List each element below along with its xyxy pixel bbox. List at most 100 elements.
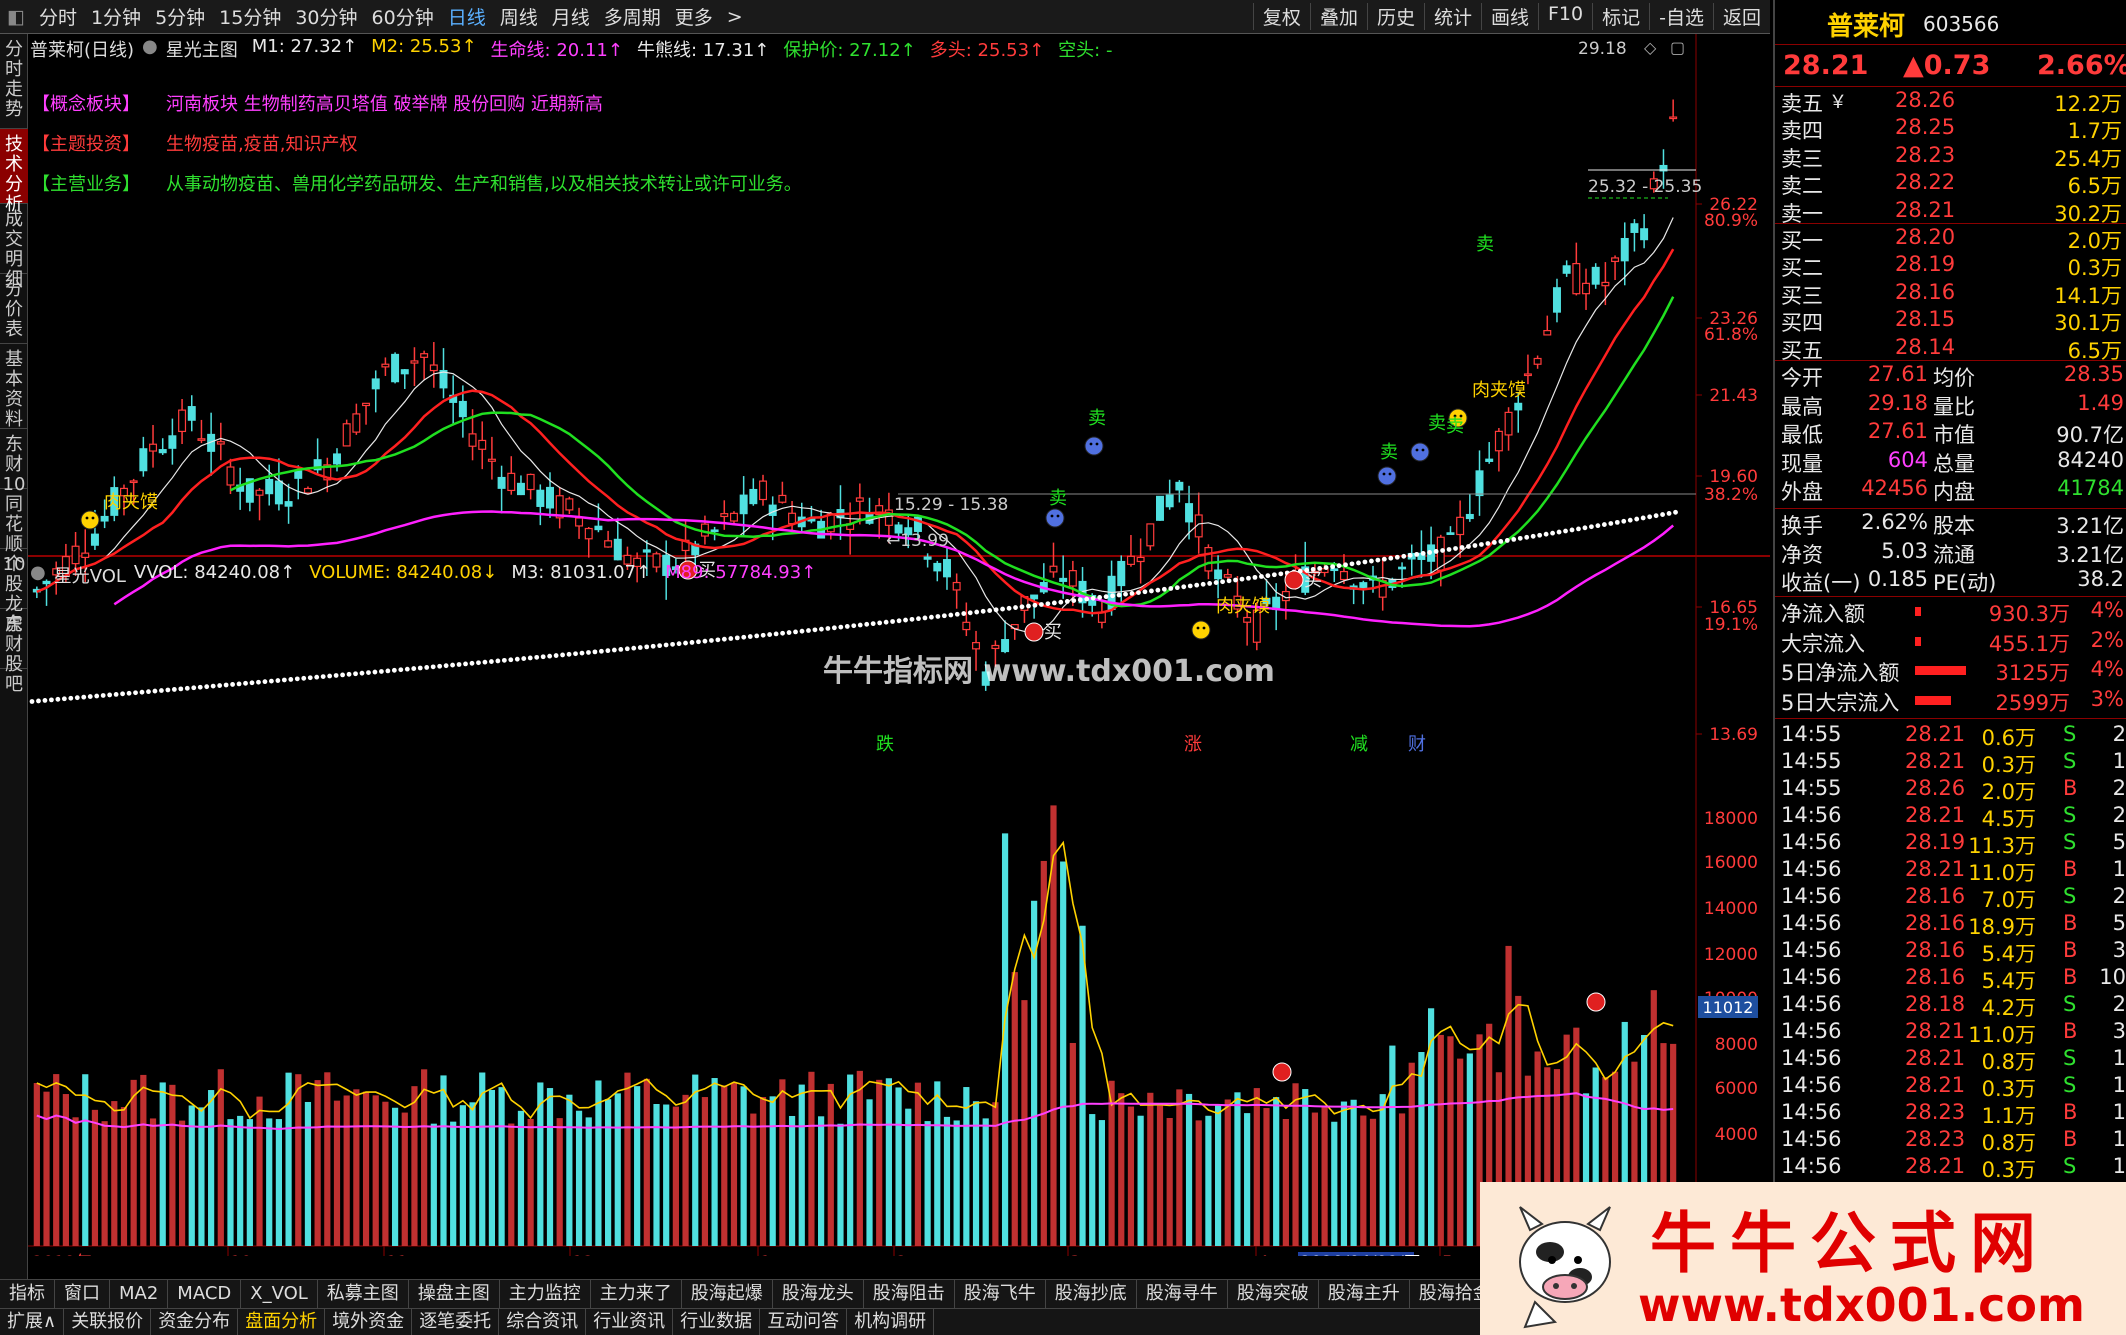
corner-watermark: 牛牛公式网 www.tdx001.com xyxy=(1480,1182,2126,1335)
book-row[interactable]: 卖五 ￥ 28.26 12.2万 xyxy=(1775,88,2126,116)
book-row[interactable]: 买一 28.20 2.0万 xyxy=(1775,225,2126,253)
bull-bear-dot xyxy=(961,611,967,616)
volume-bar xyxy=(1292,1083,1299,1246)
period-tab[interactable]: 1分钟 xyxy=(84,3,148,30)
bull-bear-dot xyxy=(1563,528,1568,534)
stat-label: 内盘 xyxy=(1933,480,1975,504)
toolbar-button[interactable]: 统计 xyxy=(1423,3,1481,30)
panel-tab[interactable]: 行业资讯 xyxy=(586,1309,674,1335)
indicator-tab[interactable]: 指标 xyxy=(0,1280,55,1308)
candle-body xyxy=(381,363,390,368)
toolbar-button[interactable]: 叠加 xyxy=(1309,3,1367,30)
stat-row: 今开 27.61 均价 28.35 xyxy=(1775,362,2126,390)
volume-signal-ball-icon xyxy=(1586,992,1606,1012)
volume-bar xyxy=(1379,1094,1386,1246)
book-row[interactable]: 卖三 28.23 25.4万 xyxy=(1775,143,2126,171)
left-tab[interactable]: 同花顺10 xyxy=(0,489,28,575)
toolbar-button[interactable]: 历史 xyxy=(1366,3,1424,30)
period-tab[interactable]: 5分钟 xyxy=(148,3,212,30)
panel-tab[interactable]: 行业数据 xyxy=(673,1309,761,1335)
book-row[interactable]: 买三 28.16 14.1万 xyxy=(1775,280,2126,308)
book-row[interactable]: 卖一 28.21 30.2万 xyxy=(1775,198,2126,226)
kline-chart-svg[interactable]: 26.2223.2621.4319.6016.6513.6980.9%61.8%… xyxy=(28,34,1770,1256)
indicator-tab[interactable]: 主力来了 xyxy=(591,1280,682,1308)
indicator-tab[interactable]: 主力监控 xyxy=(500,1280,591,1308)
left-tab[interactable]: 基本资料 xyxy=(0,344,28,430)
indicator-tab[interactable]: 股海寻牛 xyxy=(1137,1280,1228,1308)
period-tab[interactable]: 60分钟 xyxy=(365,3,441,30)
indicator-tab[interactable]: 窗口 xyxy=(55,1280,110,1308)
tick-row: 14:56 28.21 11.0万 B 1 xyxy=(1775,857,2126,885)
more-arrow-icon[interactable]: > xyxy=(720,6,750,28)
left-tab[interactable]: 东财10 xyxy=(0,429,28,495)
book-row[interactable]: 买二 28.19 0.3万 xyxy=(1775,252,2126,280)
chart-area[interactable]: 26.22 23.26 21.43 19.60 16.65 13.69 80.9% 61.8%… xyxy=(28,34,1770,1256)
toolbar-button[interactable]: -自选 xyxy=(1649,3,1713,30)
stat-label: 总量 xyxy=(1933,451,1975,476)
toolbar-button[interactable]: 返回 xyxy=(1712,3,1770,30)
tick-price: 28.21 xyxy=(1905,1154,1966,1178)
toolbar-button[interactable]: 画线 xyxy=(1480,3,1538,30)
left-tab[interactable]: 成交明细 xyxy=(0,204,28,290)
toolbar-button[interactable]: 复权 xyxy=(1252,3,1310,30)
vol-indicator-name[interactable]: 星光VOL xyxy=(54,562,126,588)
period-tab[interactable]: 15分钟 xyxy=(212,3,288,30)
period-tab[interactable]: 多周期 xyxy=(597,3,668,30)
book-row[interactable]: 卖二 28.22 6.5万 xyxy=(1775,170,2126,198)
indicator-tab[interactable]: X_VOL xyxy=(241,1280,318,1308)
toolbar-expand-icon[interactable]: ◧ xyxy=(0,6,32,28)
indicator-tab[interactable]: MACD xyxy=(168,1280,242,1308)
bull-bear-dot xyxy=(993,607,999,613)
tick-side: S xyxy=(2063,1073,2077,1097)
period-tab[interactable]: 周线 xyxy=(493,3,545,30)
indicator-tab[interactable]: 股海主升 xyxy=(1319,1280,1410,1308)
panel-tab[interactable]: 综合资讯 xyxy=(499,1309,587,1335)
panel-tab[interactable]: 扩展∧ xyxy=(0,1309,65,1335)
panel-tab[interactable]: 盘面分析 xyxy=(238,1309,326,1335)
book-row[interactable]: 买四 28.15 30.1万 xyxy=(1775,307,2126,335)
period-tab[interactable]: 分时 xyxy=(32,3,84,30)
panel-tab[interactable]: 境外资金 xyxy=(325,1309,413,1335)
indicator-tab[interactable]: MA2 xyxy=(110,1280,169,1308)
volume-bar xyxy=(1011,972,1018,1246)
stat-label: 股本 xyxy=(1933,514,1975,538)
indicator-tab[interactable]: 股海龙头 xyxy=(773,1280,864,1308)
book-row[interactable]: 卖四 28.25 1.7万 xyxy=(1775,115,2126,143)
indicator-tab[interactable]: 操盘主图 xyxy=(409,1280,500,1308)
indicator-tab[interactable]: 私募主图 xyxy=(318,1280,409,1308)
indicator-tab[interactable]: 股海起爆 xyxy=(682,1280,773,1308)
indicator-dot-icon[interactable]: ● xyxy=(142,36,158,62)
left-tab[interactable]: 分价表 xyxy=(0,274,28,344)
panel-tab[interactable]: 资金分布 xyxy=(151,1309,239,1335)
period-tab[interactable]: 日线 xyxy=(441,3,493,30)
left-tab[interactable]: 分时走势 xyxy=(0,34,28,129)
panel-tab[interactable]: 逐笔委托 xyxy=(412,1309,500,1335)
period-tab[interactable]: 更多 xyxy=(668,3,720,30)
volume-bar xyxy=(1224,1099,1231,1246)
panel-tab[interactable]: 关联报价 xyxy=(64,1309,152,1335)
toolbar-button[interactable]: F10 xyxy=(1538,3,1592,30)
book-row[interactable]: 买五 28.14 6.5万 xyxy=(1775,335,2126,363)
vol-dot-icon[interactable]: ● xyxy=(30,562,46,588)
bull-bear-dot xyxy=(165,687,171,693)
tick-side: B xyxy=(2063,1127,2078,1151)
toolbar-button[interactable]: 标记 xyxy=(1592,3,1649,30)
indicator-tab[interactable]: 股海阻击 xyxy=(864,1280,955,1308)
left-tab[interactable]: 技术分析 xyxy=(0,129,28,215)
panel-tab[interactable]: 互动问答 xyxy=(760,1309,848,1335)
indicator-tab[interactable]: 股海抄底 xyxy=(1046,1280,1137,1308)
indicator-name[interactable]: 星光主图 xyxy=(166,36,238,62)
bull-bear-dot xyxy=(113,691,119,697)
indicator-tab[interactable]: 股海飞牛 xyxy=(955,1280,1046,1308)
bull-bear-dot xyxy=(1265,573,1271,579)
left-tab[interactable]: 东财股吧 xyxy=(0,609,28,695)
chart-window-icon[interactable]: ▢ xyxy=(1670,38,1685,57)
period-tab[interactable]: 30分钟 xyxy=(288,3,364,30)
bull-bear-dot xyxy=(171,687,177,692)
volume-bar xyxy=(1244,1113,1251,1246)
candle-body xyxy=(1465,513,1474,520)
chart-settings-icon[interactable]: ◇ xyxy=(1644,38,1656,57)
panel-tab[interactable]: 机构调研 xyxy=(847,1309,935,1335)
period-tab[interactable]: 月线 xyxy=(545,3,597,30)
indicator-tab[interactable]: 股海突破 xyxy=(1228,1280,1319,1308)
